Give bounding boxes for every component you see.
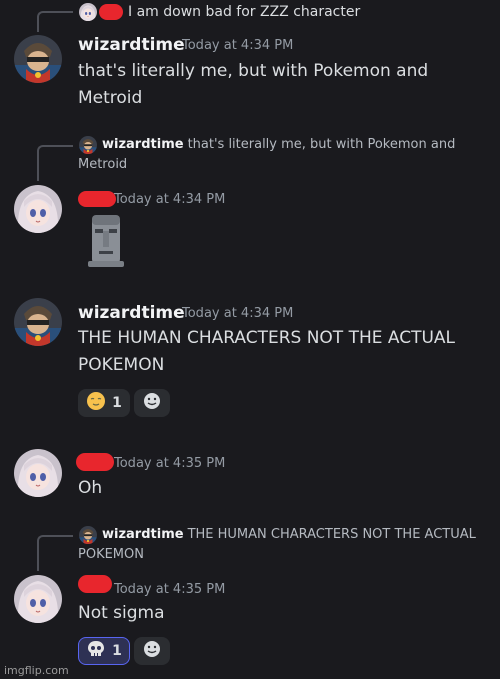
reply-preview[interactable]: wizardtime THE HUMAN CHARACTERS NOT THE A… [78,525,478,565]
redacted-username [78,191,116,207]
reaction-count: 1 [112,643,122,659]
relieved-face-icon [86,391,106,415]
redacted-username [78,575,112,593]
reaction-count: 1 [112,395,122,411]
username[interactable]: wizardtime [78,303,185,323]
timestamp: Today at 4:34 PM [114,192,226,207]
message-text: Oh [78,478,103,498]
reply-preview[interactable]: wizardtime that's literally me, but with … [78,135,458,175]
message-text: Not sigma [78,603,165,623]
avatar[interactable] [14,575,62,623]
avatar[interactable] [14,298,62,346]
reply-connector [37,11,73,32]
redacted-username [76,453,114,471]
add-reaction-icon [142,391,162,415]
add-reaction-icon [142,639,162,663]
reaction-skull[interactable]: 1 [78,637,130,665]
timestamp: Today at 4:35 PM [114,582,226,597]
timestamp: Today at 4:34 PM [182,38,294,53]
timestamp: Today at 4:34 PM [182,306,294,321]
reply-avatar[interactable] [79,3,97,21]
message-text: THE HUMAN CHARACTERS NOT THE ACTUAL POKE… [78,328,456,375]
reaction-relieved[interactable]: 1 [78,389,130,417]
reply-connector [37,535,73,571]
message-text: that's literally me, but with Pokemon an… [78,61,429,108]
reply-preview-text[interactable]: I am down bad for ZZZ character [128,2,488,22]
avatar[interactable] [14,185,62,233]
watermark: imgflip.com [4,664,69,677]
reply-username[interactable]: wizardtime [102,527,184,542]
avatar[interactable] [14,449,62,497]
avatar[interactable] [14,35,62,83]
add-reaction-button[interactable] [134,389,170,417]
reply-connector [37,145,73,181]
username[interactable]: wizardtime [78,35,185,55]
timestamp: Today at 4:35 PM [114,456,226,471]
redacted-username [99,4,123,20]
moai-icon [84,213,128,269]
add-reaction-button[interactable] [134,637,170,665]
reply-username[interactable]: wizardtime [102,137,184,152]
skull-icon [86,639,106,663]
